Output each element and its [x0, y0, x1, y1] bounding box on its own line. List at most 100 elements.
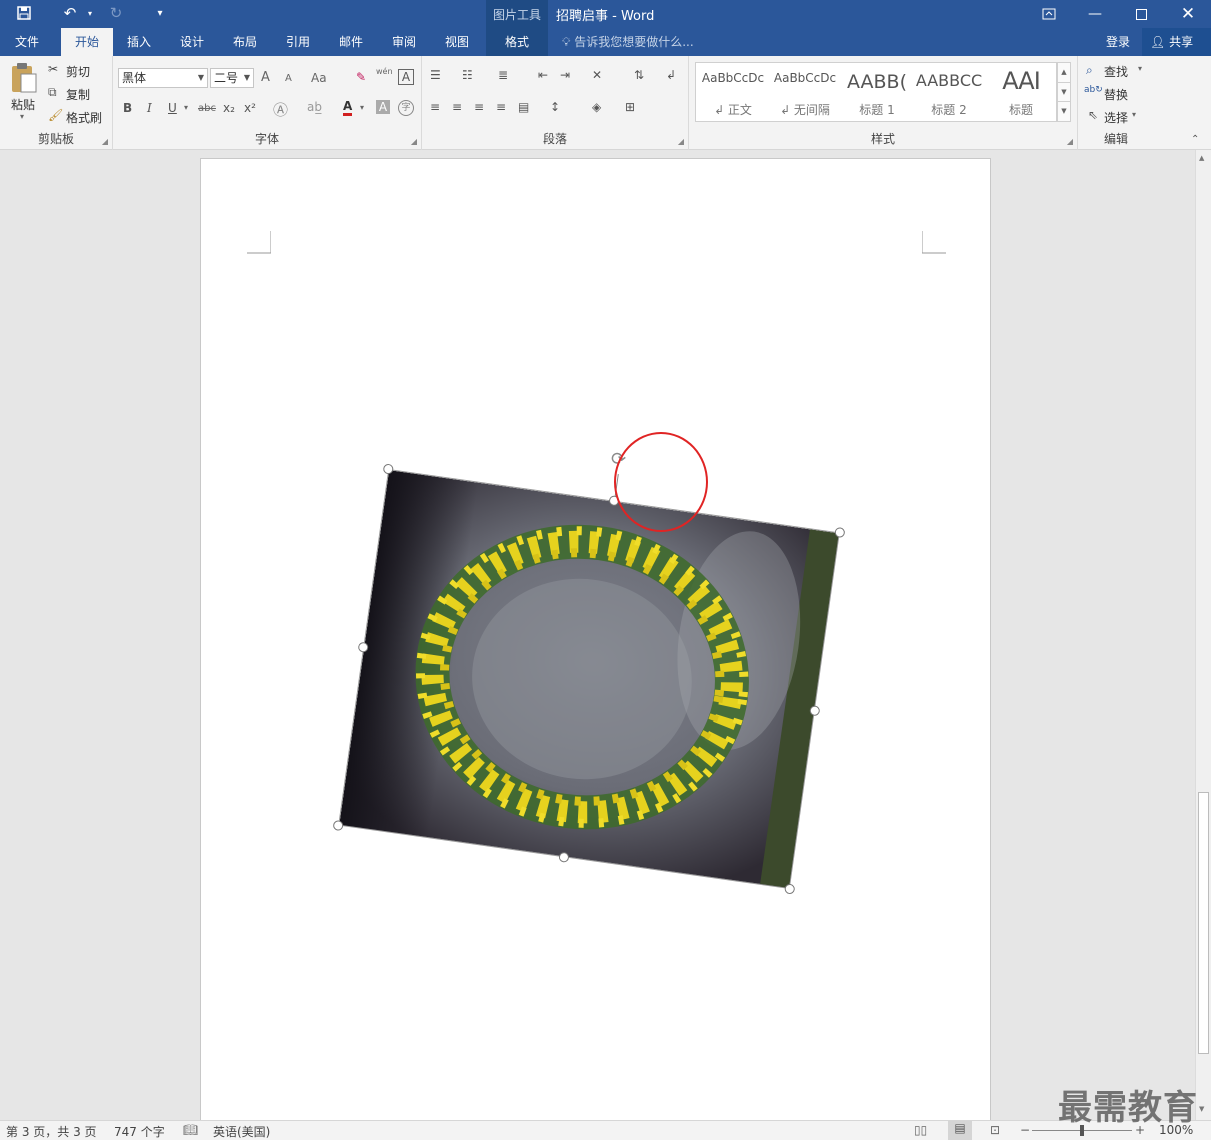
line-spacing-icon[interactable]: ↕ [550, 100, 560, 114]
subscript-icon[interactable]: x₂ [223, 101, 235, 115]
format-painter-label[interactable]: 格式刷 [66, 109, 102, 126]
bold-icon[interactable]: B [123, 101, 132, 115]
copy-icon[interactable]: ⧉ [48, 85, 57, 100]
tab-view[interactable]: 视图 [431, 28, 483, 56]
copy-label[interactable]: 复制 [66, 86, 90, 103]
ribbon-display-options-icon[interactable] [1026, 0, 1072, 28]
zoom-out-button[interactable]: − [1020, 1123, 1030, 1137]
text-effects-icon[interactable]: Ⓐ [273, 99, 288, 120]
redo-icon[interactable]: ↻ [104, 2, 128, 24]
numbering-icon[interactable]: ☷ [462, 68, 473, 82]
find-icon[interactable]: ⌕ [1086, 63, 1093, 78]
borders-icon[interactable]: ⊞ [625, 100, 635, 114]
align-center-icon[interactable]: ≡ [452, 100, 462, 114]
undo-dropdown-icon[interactable]: ▾ [78, 2, 102, 24]
maximize-icon[interactable] [1118, 0, 1164, 28]
select-dropdown-icon[interactable]: ▾ [1132, 110, 1136, 119]
styles-scroll[interactable]: ▲ ▼ ▼ [1057, 62, 1071, 122]
phonetic-guide-icon[interactable]: wén [376, 67, 393, 76]
bullets-icon[interactable]: ☰ [430, 68, 441, 82]
enclose-char-icon[interactable]: 字 [398, 100, 414, 116]
signin-link[interactable]: 登录 [1106, 28, 1130, 56]
font-size-combo[interactable]: 二号 ▼ [210, 68, 254, 88]
page-count[interactable]: 第 3 页，共 3 页 [6, 1123, 97, 1140]
resize-handle-right[interactable] [809, 705, 821, 717]
tab-format[interactable]: 格式 [486, 28, 548, 56]
save-icon[interactable] [12, 2, 36, 24]
tab-layout[interactable]: 布局 [219, 28, 271, 56]
font-color-dropdown-icon[interactable]: ▾ [360, 103, 364, 112]
char-shading-icon[interactable]: A [376, 100, 390, 114]
select-cursor-icon[interactable]: ⇖ [1088, 108, 1098, 122]
web-layout-icon[interactable]: ⊡ [990, 1123, 1000, 1137]
read-mode-icon[interactable]: ▯▯ [914, 1123, 927, 1137]
resize-handle-bottom-right[interactable] [784, 883, 796, 895]
show-marks-icon[interactable]: ↲ [666, 68, 676, 82]
tab-home[interactable]: 开始 [61, 28, 113, 56]
paste-icon[interactable] [10, 62, 38, 97]
justify-icon[interactable]: ≡ [496, 100, 506, 114]
scroll-up-arrow-icon[interactable]: ▲ [1199, 154, 1204, 162]
tab-file[interactable]: 文件 [0, 28, 54, 56]
highlight-color-icon[interactable]: ab̲ [307, 100, 322, 114]
font-name-combo[interactable]: 黑体 ▼ [118, 68, 208, 88]
resize-handle-bottom-left[interactable] [332, 819, 344, 832]
paste-label[interactable]: 粘贴 [11, 96, 35, 113]
vertical-scrollbar[interactable]: ▲ ▼ [1195, 150, 1211, 1120]
word-count[interactable]: 747 个字 [114, 1123, 165, 1140]
selected-picture[interactable]: ⟳ [332, 448, 846, 895]
cut-icon[interactable]: ✂ [48, 62, 58, 76]
scroll-down-icon[interactable]: ▼ [1058, 82, 1070, 101]
tell-me-box[interactable]: 💡︎ 告诉我您想要做什么... [562, 28, 694, 56]
decrease-indent-icon[interactable]: ⇤ [538, 68, 548, 82]
format-painter-icon[interactable]: 🖌︎ [48, 108, 63, 122]
style-no-spacing[interactable]: AaBbCcDc ↲ 无间隔 [770, 65, 840, 119]
minimize-icon[interactable]: — [1072, 0, 1118, 28]
resize-handle-top-right[interactable] [834, 526, 846, 539]
distributed-icon[interactable]: ▤ [518, 100, 529, 114]
scroll-thumb[interactable] [1198, 792, 1209, 1054]
tab-design[interactable]: 设计 [166, 28, 218, 56]
shading-icon[interactable]: ◈ [592, 100, 601, 114]
find-label[interactable]: 查找 [1104, 63, 1128, 80]
replace-icon[interactable]: ab↻ [1084, 85, 1103, 95]
scroll-down-arrow-icon[interactable]: ▼ [1199, 1105, 1204, 1113]
clipboard-launcher-icon[interactable]: ◢ [102, 137, 108, 146]
scroll-up-icon[interactable]: ▲ [1058, 63, 1070, 82]
select-label[interactable]: 选择 [1104, 109, 1128, 126]
clear-formatting-icon[interactable]: ✎ [356, 70, 366, 84]
close-icon[interactable]: ✕ [1165, 0, 1211, 28]
paste-dropdown-icon[interactable]: ▾ [20, 112, 24, 121]
grow-font-icon[interactable]: A [261, 70, 270, 85]
more-styles-icon[interactable]: ▼ [1058, 101, 1070, 120]
style-heading-1[interactable]: AABB( 标题 1 [842, 65, 912, 119]
find-dropdown-icon[interactable]: ▾ [1138, 64, 1142, 73]
resize-handle-bottom[interactable] [558, 851, 570, 863]
collapse-ribbon-icon[interactable]: ⌃ [1191, 134, 1199, 145]
underline-dropdown-icon[interactable]: ▾ [184, 103, 188, 112]
print-layout-icon[interactable]: ▤ [948, 1121, 972, 1140]
superscript-icon[interactable]: x² [244, 101, 256, 115]
underline-icon[interactable]: U [168, 101, 177, 115]
paragraph-launcher-icon[interactable]: ◢ [678, 137, 684, 146]
customize-qat-icon[interactable]: ▾ [148, 2, 172, 24]
change-case-icon[interactable]: Aa [311, 71, 327, 85]
share-button[interactable]: 👤︎ 共享 [1142, 28, 1211, 56]
char-border-icon[interactable]: A [398, 69, 414, 85]
align-right-icon[interactable]: ≡ [474, 100, 484, 114]
cut-label[interactable]: 剪切 [66, 63, 90, 80]
flower-wreath-photo[interactable] [338, 469, 840, 889]
font-color-icon[interactable]: A [343, 100, 353, 116]
styles-launcher-icon[interactable]: ◢ [1067, 137, 1073, 146]
strikethrough-icon[interactable]: abc [198, 103, 216, 114]
align-left-icon[interactable]: ≡ [430, 100, 440, 114]
replace-label[interactable]: 替换 [1104, 86, 1128, 103]
chinese-layout-icon[interactable]: ✕ [592, 68, 602, 82]
style-title[interactable]: AAI 标题 [986, 65, 1056, 119]
shrink-font-icon[interactable]: A [285, 73, 292, 84]
tab-references[interactable]: 引用 [272, 28, 324, 56]
sort-icon[interactable]: ⇅ [634, 68, 644, 82]
language[interactable]: 英语(美国) [213, 1123, 270, 1140]
multilevel-list-icon[interactable]: ≣ [498, 68, 508, 82]
tab-insert[interactable]: 插入 [113, 28, 165, 56]
